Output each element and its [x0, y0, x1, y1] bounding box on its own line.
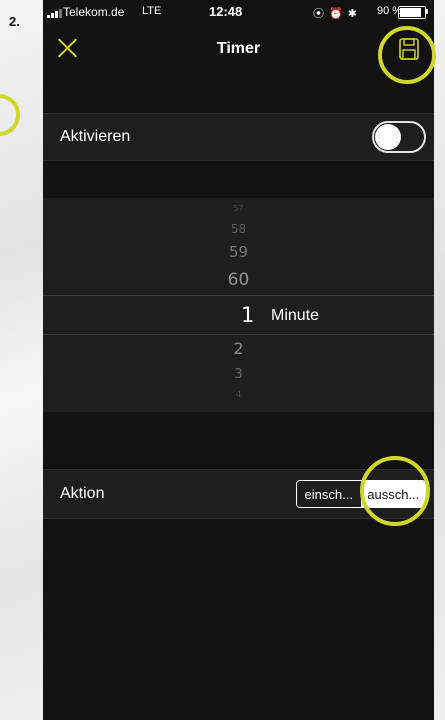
picker-item: 3: [234, 367, 243, 382]
phone-screen: Telekom.de LTE 12:48 ⦿ ⏰ ✱ 90 % Timer Ak…: [43, 0, 434, 720]
toggle-knob: [375, 124, 401, 150]
duration-picker[interactable]: 57 58 59 60 1 Minute 2 3 4: [43, 198, 434, 412]
picker-selection-band: [43, 295, 434, 335]
picker-item: 2: [233, 339, 244, 358]
picker-item: 4: [235, 390, 242, 400]
page-title: Timer: [216, 40, 261, 57]
picker-unit-label: Minute: [271, 307, 320, 324]
picker-item: 60: [227, 270, 250, 290]
highlight-marker-save: [378, 26, 436, 84]
status-icons: ⦿ ⏰ ✱: [313, 8, 359, 20]
activate-row: Aktivieren: [43, 113, 434, 161]
picker-selected-value: 1: [241, 303, 255, 327]
action-option-on[interactable]: einsch...: [297, 481, 362, 507]
action-label: Aktion: [60, 485, 105, 502]
step-number: 2.: [9, 14, 20, 29]
picker-item: 58: [230, 222, 247, 236]
status-time: 12:48: [209, 4, 243, 19]
status-bar: Telekom.de LTE 12:48 ⦿ ⏰ ✱ 90 %: [43, 0, 434, 24]
carrier-name: Telekom.de: [63, 5, 125, 19]
highlight-marker-action: [360, 456, 430, 526]
navigation-bar: Timer: [43, 24, 434, 74]
signal-strength-icon: [47, 9, 62, 18]
activate-toggle[interactable]: [372, 121, 426, 153]
network-type: LTE: [142, 5, 162, 17]
battery-icon: [398, 6, 426, 19]
screenshot-background-right: [434, 0, 445, 720]
picker-item: 59: [228, 243, 249, 261]
battery-tip: [426, 9, 428, 14]
picker-item: 57: [233, 204, 244, 213]
activate-label: Aktivieren: [60, 128, 131, 145]
